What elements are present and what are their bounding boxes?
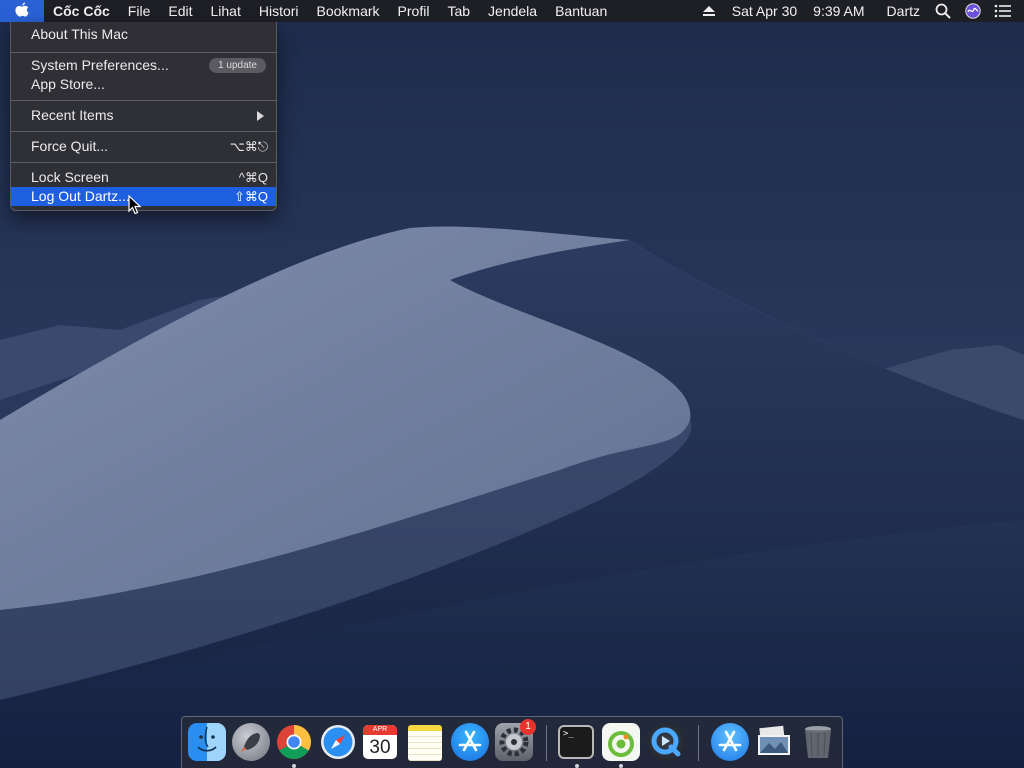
apple-menu-button[interactable]: [0, 0, 44, 22]
dock-separator: [698, 725, 699, 761]
dock-downloads-stack[interactable]: [755, 723, 793, 761]
spotlight-search-icon[interactable]: [928, 0, 958, 22]
shortcut-label: ^⌘Q: [238, 170, 268, 185]
calendar-day: 30: [369, 737, 391, 758]
menu-item-about-this-mac[interactable]: About This Mac: [11, 25, 276, 44]
notification-center-icon[interactable]: [988, 0, 1018, 22]
dock-trash[interactable]: [799, 723, 837, 761]
mouse-cursor-icon: [128, 195, 142, 215]
menu-item-log-out[interactable]: Log Out Dartz... ⇧⌘Q: [11, 187, 276, 206]
menu-item-recent-items[interactable]: Recent Items: [11, 106, 276, 125]
menu-view[interactable]: Lihat: [201, 0, 249, 22]
dock-chrome[interactable]: [275, 723, 313, 761]
menu-item-label: App Store...: [31, 76, 105, 92]
menu-item-label: System Preferences...: [31, 57, 169, 73]
dock-app-store[interactable]: [451, 723, 489, 761]
dock-calendar[interactable]: APR 30: [363, 725, 397, 759]
menu-separator: [11, 100, 276, 101]
menu-separator: [11, 52, 276, 53]
terminal-prompt: >_: [563, 729, 574, 739]
clock-time[interactable]: 9:39 AM: [805, 0, 872, 22]
menu-bookmark[interactable]: Bookmark: [308, 0, 389, 22]
menu-item-label: Log Out Dartz...: [31, 188, 130, 204]
menu-profile[interactable]: Profil: [389, 0, 439, 22]
menu-separator: [11, 131, 276, 132]
trash-icon: [805, 726, 831, 758]
dock-quicktime[interactable]: [647, 723, 685, 761]
applications-icon: [718, 730, 742, 752]
app-store-icon: [458, 730, 482, 752]
user-menu[interactable]: Dartz: [879, 0, 928, 22]
menu-item-label: About This Mac: [31, 26, 129, 42]
dock-coccoc[interactable]: [602, 723, 640, 761]
system-preferences-badge: 1: [520, 719, 536, 735]
menu-separator: [11, 162, 276, 163]
apple-dropdown-menu: About This Mac System Preferences... 1 u…: [10, 22, 277, 211]
menu-tab[interactable]: Tab: [438, 0, 479, 22]
dock-separator: [546, 725, 547, 761]
coccoc-icon: [608, 731, 634, 757]
dock: APR 30 1 >_: [181, 716, 843, 768]
apple-icon: [15, 2, 29, 17]
menu-help[interactable]: Bantuan: [546, 0, 616, 22]
dock-terminal[interactable]: >_: [558, 725, 594, 759]
dock-safari[interactable]: [319, 723, 357, 761]
image-stack-icon: [758, 725, 790, 755]
dock-notes[interactable]: [408, 725, 442, 761]
menu-window[interactable]: Jendela: [479, 0, 546, 22]
submenu-arrow-icon: [257, 111, 264, 121]
finder-icon: [197, 726, 217, 752]
menu-app-name[interactable]: Cốc Cốc: [44, 0, 119, 22]
running-indicator: [575, 764, 579, 768]
menu-item-label: Lock Screen: [31, 169, 109, 185]
menu-file[interactable]: File: [119, 0, 160, 22]
menu-item-force-quit[interactable]: Force Quit... ⌥⌘⎋: [11, 137, 276, 156]
clock-date[interactable]: Sat Apr 30: [724, 0, 805, 22]
menu-bar: Cốc Cốc File Edit Lihat Histori Bookmark…: [0, 0, 1024, 22]
shortcut-label: ⌥⌘⎋: [229, 139, 268, 154]
running-indicator: [292, 764, 296, 768]
menu-item-system-preferences[interactable]: System Preferences... 1 update: [11, 56, 276, 75]
menu-item-label: Force Quit...: [31, 138, 109, 154]
safari-compass-icon: [321, 725, 355, 759]
shortcut-label: ⇧⌘Q: [233, 189, 268, 204]
menu-edit[interactable]: Edit: [159, 0, 201, 22]
quicktime-icon: [651, 727, 681, 757]
calendar-month: APR: [363, 725, 397, 735]
rocket-icon: [241, 733, 260, 752]
dock-finder[interactable]: [188, 723, 226, 761]
dock-launchpad[interactable]: [232, 723, 270, 761]
menu-item-lock-screen[interactable]: Lock Screen ^⌘Q: [11, 168, 276, 187]
running-indicator: [619, 764, 623, 768]
siri-icon[interactable]: [958, 0, 988, 22]
menu-item-app-store[interactable]: App Store...: [11, 75, 276, 94]
update-badge: 1 update: [209, 58, 266, 73]
menu-item-label: Recent Items: [31, 107, 114, 123]
eject-icon[interactable]: [694, 0, 724, 22]
dock-applications-folder[interactable]: [711, 723, 749, 761]
menu-history[interactable]: Histori: [250, 0, 308, 22]
chrome-icon: [277, 725, 311, 759]
